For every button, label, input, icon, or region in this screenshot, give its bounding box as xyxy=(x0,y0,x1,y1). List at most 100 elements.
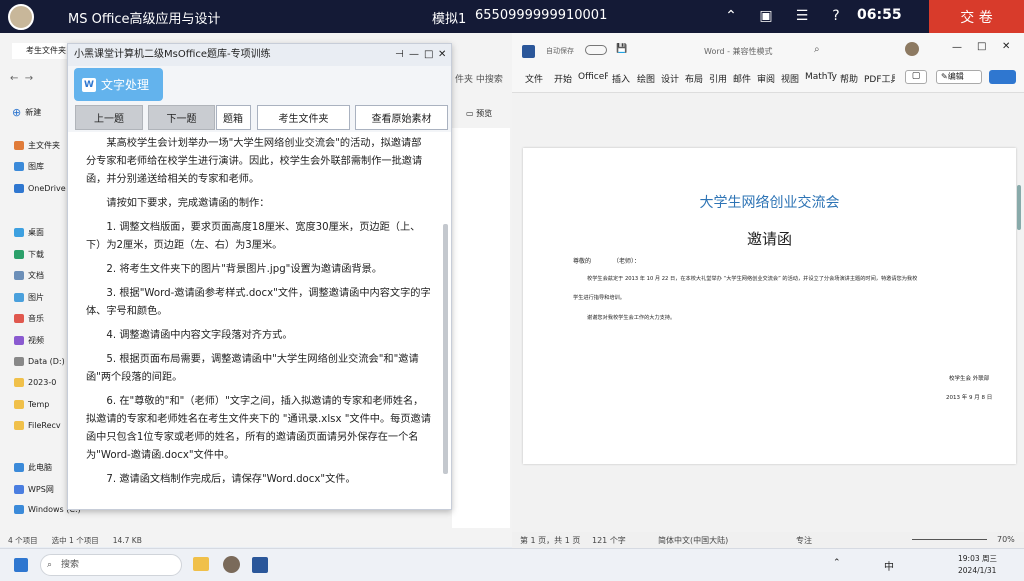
avatar[interactable] xyxy=(223,556,240,573)
minimize-icon[interactable]: — xyxy=(409,44,419,66)
exam-id: 6550999999910001 xyxy=(475,8,608,23)
sidebar-item-wps[interactable]: WPS网 xyxy=(14,484,54,495)
desktop-icon xyxy=(14,228,24,237)
search-icon[interactable]: ⌕ xyxy=(814,44,820,55)
sidebar-item-music[interactable]: 音乐 xyxy=(14,313,44,324)
chevron-up-icon[interactable]: ⌃ xyxy=(833,558,841,568)
sidebar-item-folder-2023[interactable]: 2023-0 xyxy=(14,378,56,387)
menu-mailings[interactable]: 邮件 xyxy=(733,72,751,85)
sidebar-item-data-drive[interactable]: Data (D:) xyxy=(14,357,65,366)
doc-filename: Word - 兼容性模式 xyxy=(704,47,773,56)
comment-button[interactable]: ▢ xyxy=(905,70,927,84)
help-icon[interactable]: ? xyxy=(827,7,845,25)
task-item: 7. 邀请函文档制作完成后，请保存"Word.docx"文件。 xyxy=(106,474,356,485)
doc-body-2: 学生进行指导和培训。 xyxy=(573,295,625,301)
taskbar-search[interactable]: ⌕ 搜索 xyxy=(40,554,182,576)
next-question-button[interactable]: 下一题 xyxy=(148,105,215,130)
sidebar-item-this-pc[interactable]: 此电脑 xyxy=(14,462,52,473)
menu-references[interactable]: 引用 xyxy=(709,72,727,85)
word-taskbar-icon[interactable] xyxy=(252,557,268,573)
sidebar-item-gallery[interactable]: 图库 xyxy=(14,161,44,172)
sidebar-item-documents[interactable]: 文档 xyxy=(14,270,44,281)
exam-topbar: MS Office高级应用与设计 模拟1 6550999999910001 ⌃ … xyxy=(0,0,1024,33)
word-scrollbar[interactable] xyxy=(1017,185,1021,230)
avatar[interactable] xyxy=(905,42,919,56)
search-icon: ⌕ xyxy=(47,560,53,570)
prev-question-button[interactable]: 上一题 xyxy=(75,105,143,130)
sidebar-label: 图片 xyxy=(28,293,44,302)
sidebar-item-videos[interactable]: 视频 xyxy=(14,335,44,346)
sidebar-item-home[interactable]: 主文件夹 xyxy=(14,140,60,151)
cloud-icon xyxy=(14,485,24,494)
nav-arrows[interactable]: ← → xyxy=(10,73,33,84)
maximize-icon[interactable]: □ xyxy=(424,44,433,66)
close-icon[interactable]: ✕ xyxy=(1002,41,1010,52)
menu-review[interactable]: 审阅 xyxy=(757,72,775,85)
menu-file[interactable]: 文件 xyxy=(525,72,543,85)
sidebar-label: FileRecv xyxy=(28,421,61,430)
menu-pdf[interactable]: PDF工具 xyxy=(864,72,895,85)
menu-design[interactable]: 设计 xyxy=(661,72,679,85)
view-material-button[interactable]: 查看原始素材 xyxy=(355,105,448,130)
menu-layout[interactable]: 布局 xyxy=(685,72,703,85)
window-icon[interactable]: ▣ xyxy=(757,7,775,25)
task-item: 4. 调整邀请函中内容文字段落对齐方式。 xyxy=(106,330,293,341)
edit-dropdown[interactable]: ✎编辑 xyxy=(936,70,982,84)
music-icon xyxy=(14,314,24,323)
sidebar-item-filerecv[interactable]: FileRecv xyxy=(14,421,61,430)
submit-button[interactable]: 交 卷 xyxy=(929,0,1024,33)
close-icon[interactable]: ✕ xyxy=(438,44,446,66)
menu-view[interactable]: 视图 xyxy=(781,72,799,85)
preview-label: 预览 xyxy=(476,109,493,118)
sidebar-item-desktop[interactable]: 桌面 xyxy=(14,227,44,238)
pin-icon[interactable]: ⊣ xyxy=(395,44,404,66)
menu-home[interactable]: 开始 xyxy=(554,72,572,85)
sidebar-label: Temp xyxy=(28,400,50,409)
mailbox-button[interactable]: 题箱 xyxy=(216,105,251,130)
autosave-toggle[interactable] xyxy=(585,45,607,55)
category-label: 文字处理 xyxy=(101,78,150,92)
task-item: 5. 根据页面布局需要，调整邀请函中"大学生网络创业交流会"和"邀请函"两个段落… xyxy=(86,354,419,383)
exam-folder-button[interactable]: 考生文件夹 xyxy=(257,105,350,130)
item-count: 4 个项目 xyxy=(8,536,38,545)
menu-officep[interactable]: OfficeP xyxy=(578,72,608,82)
drive-icon xyxy=(14,505,24,514)
category-badge[interactable]: W 文字处理 xyxy=(74,68,163,101)
panel-scrollbar[interactable] xyxy=(443,224,448,474)
sidebar-label: 此电脑 xyxy=(28,463,52,472)
list-icon[interactable]: ☰ xyxy=(793,7,811,25)
new-label: 新建 xyxy=(25,108,42,117)
menu-mathtype[interactable]: MathTy xyxy=(805,72,837,82)
picture-icon xyxy=(14,293,24,302)
preview-button[interactable]: ▭ 预览 xyxy=(466,108,492,119)
save-icon[interactable]: 💾 xyxy=(616,44,627,54)
zoom-slider[interactable] xyxy=(912,539,987,540)
explorer-statusbar: 4 个项目 选中 1 个项目 14.7 KB xyxy=(0,534,512,547)
ime-indicator[interactable]: 中 xyxy=(884,558,894,573)
sidebar-item-temp[interactable]: Temp xyxy=(14,400,49,409)
autosave-label: 自动保存 xyxy=(546,47,574,55)
windows-start-icon[interactable] xyxy=(14,558,28,572)
sidebar-label: 视频 xyxy=(28,336,44,345)
sidebar-label: 下载 xyxy=(28,250,44,259)
explorer-tab[interactable]: 考生文件夹 xyxy=(12,43,72,59)
collapse-icon[interactable]: ⌃ xyxy=(722,7,740,25)
share-button[interactable] xyxy=(989,70,1016,84)
file-explorer-taskbar-icon[interactable] xyxy=(193,557,209,571)
focus-button[interactable]: 专注 xyxy=(796,535,812,546)
minimize-icon[interactable]: — xyxy=(952,42,962,53)
avatar xyxy=(8,4,34,30)
menu-draw[interactable]: 绘图 xyxy=(637,72,655,85)
intro-paragraph: 某高校学生会计划举办一场"大学生网络创业交流会"的活动，拟邀请部分专家和老师给在… xyxy=(86,138,423,185)
computer-icon xyxy=(14,463,24,472)
new-button[interactable]: ⊕ 新建 xyxy=(12,106,41,119)
menu-help[interactable]: 帮助 xyxy=(840,72,858,85)
sidebar-item-onedrive[interactable]: OneDrive xyxy=(14,184,66,193)
sidebar-item-pictures[interactable]: 图片 xyxy=(14,292,44,303)
document-icon xyxy=(14,271,24,280)
menu-insert[interactable]: 插入 xyxy=(612,72,630,85)
drive-icon xyxy=(14,357,24,366)
maximize-icon[interactable]: □ xyxy=(977,41,986,52)
document-page[interactable]: 大学生网络创业交流会 邀请函 尊敬的 （老师）： 校学生会兹定于 2013 年 1… xyxy=(523,148,1016,464)
sidebar-item-downloads[interactable]: 下载 xyxy=(14,249,44,260)
